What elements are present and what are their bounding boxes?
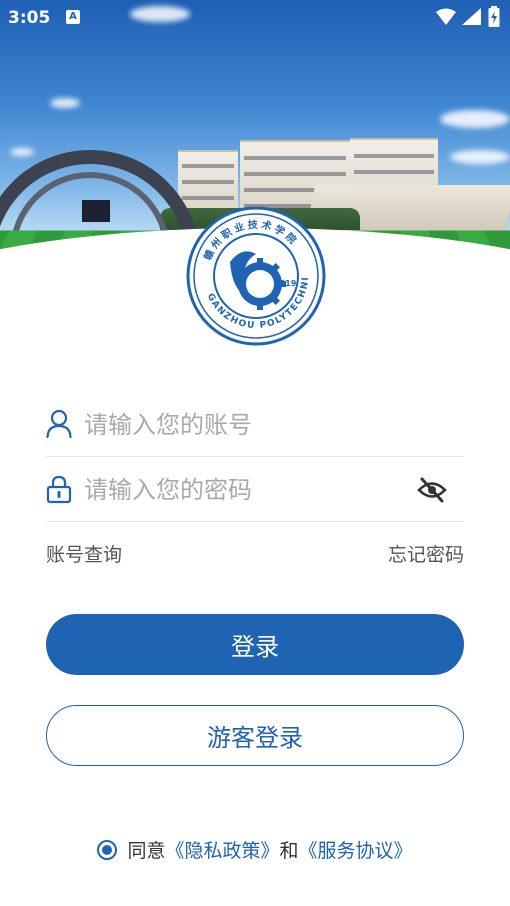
user-icon [46,409,72,439]
account-lookup-link[interactable]: 账号查询 [46,540,122,567]
password-field-row [46,457,464,522]
college-logo: 赣州职业技术学院 GANZHOU POLYTECHNIC 2019 [186,206,326,346]
forgot-password-link[interactable]: 忘记密码 [388,540,464,567]
privacy-policy-link[interactable]: 《隐私政策》 [165,840,279,862]
battery-icon [488,6,500,27]
status-time: 3:05 [8,8,51,28]
and-text: 和 [279,840,299,862]
account-input[interactable] [82,404,416,446]
status-bar: 3:05 A [0,0,510,36]
login-button[interactable]: 登录 [46,614,464,675]
wifi-icon [436,8,456,25]
service-agreement-link[interactable]: 《服务协议》 [299,840,413,862]
agreement-row: 同意《隐私政策》和《服务协议》 [0,836,510,863]
password-input[interactable] [82,469,416,511]
svg-text:2019: 2019 [274,279,297,288]
account-field-row [46,392,464,457]
eye-off-icon[interactable] [416,475,448,505]
agree-radio-icon[interactable] [97,840,118,860]
signal-icon [462,8,481,25]
notification-badge-icon: A [66,10,80,24]
guest-login-button[interactable]: 游客登录 [46,705,464,766]
account-links-row: 账号查询 忘记密码 [46,540,464,570]
lock-icon [46,475,72,504]
agree-text: 同意 [127,840,166,862]
